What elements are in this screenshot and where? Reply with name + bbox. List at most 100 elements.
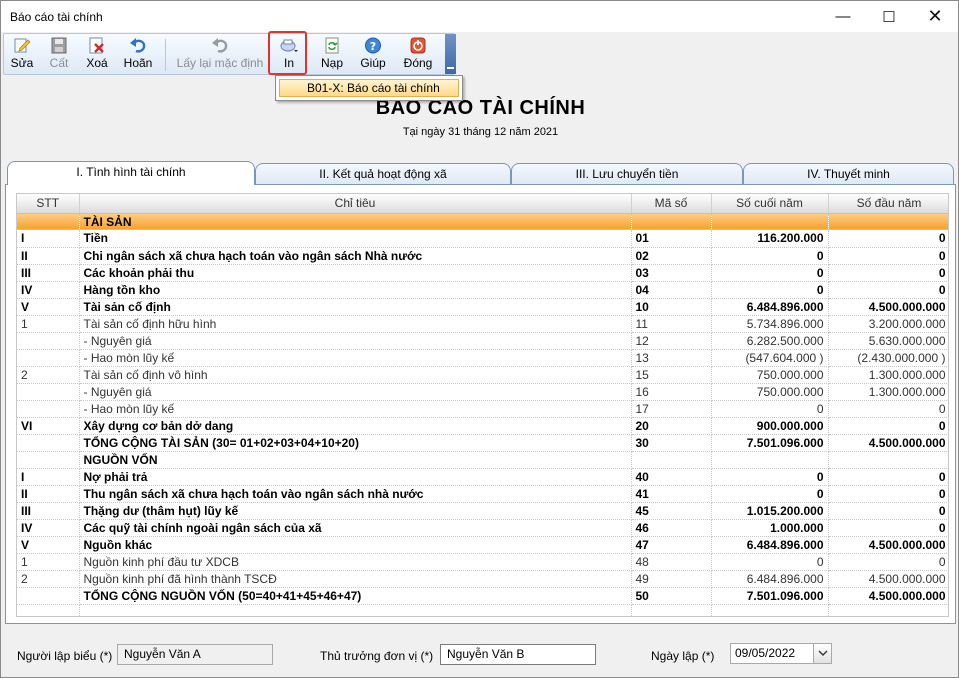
table-row[interactable]: NGUỒN VỐN xyxy=(17,451,948,469)
beginning-of-year-cell: 0 xyxy=(828,400,948,418)
end-of-year-cell: 116.200.000 xyxy=(711,230,829,248)
code-cell xyxy=(631,213,712,230)
indicator-cell: Thặng dư (thâm hụt) lũy kế xyxy=(79,502,632,520)
load-button[interactable]: Nạp xyxy=(316,36,348,74)
delete-button[interactable]: Xoá xyxy=(81,36,113,74)
preparer-field[interactable]: Nguyễn Văn A xyxy=(117,644,273,665)
edit-button[interactable]: Sửa xyxy=(7,36,37,74)
beginning-of-year-cell: (2.430.000.000 ) xyxy=(828,349,948,367)
code-cell: 30 xyxy=(631,434,712,452)
column-header-beginning-of-year[interactable]: Số đầu năm xyxy=(828,194,948,214)
table-row[interactable]: III Các khoản phải thu 03 0 0 xyxy=(17,264,948,282)
maximize-button[interactable]: ☐ xyxy=(866,1,912,32)
indicator-cell: Các quỹ tài chính ngoài ngân sách của xã xyxy=(79,519,632,537)
table-row[interactable]: - Nguyên giá 16 750.000.000 1.300.000.000 xyxy=(17,383,948,401)
beginning-of-year-cell: 0 xyxy=(828,230,948,248)
close-button[interactable]: Đóng xyxy=(400,36,436,74)
table-row[interactable]: VI Xây dựng cơ bản dở dang 20 900.000.000 0 xyxy=(17,417,948,435)
close-window-button[interactable]: ✕ xyxy=(912,1,958,32)
table-row[interactable]: 2 Nguồn kinh phí đã hình thành TSCĐ 49 6.48… xyxy=(17,570,948,588)
beginning-of-year-cell: 4.500.000.000 xyxy=(828,298,948,316)
table-row[interactable]: 2 Tài sản cố định vô hình 15 750.000.000 1.3… xyxy=(17,366,948,384)
end-of-year-cell: 6.484.896.000 xyxy=(711,298,829,316)
tab-cash-flow[interactable]: III. Lưu chuyển tiền xyxy=(511,163,743,185)
table-row[interactable]: - Hao mòn lũy kế 13 (547.604.000 ) (2.430.0… xyxy=(17,349,948,367)
stt-cell: I xyxy=(17,468,80,486)
end-of-year-cell xyxy=(711,451,829,469)
print-menu-item-b01x[interactable]: B01-X: Báo cáo tài chính xyxy=(279,79,459,97)
end-of-year-cell: 0 xyxy=(711,485,829,503)
save-label: Cất xyxy=(49,56,69,70)
table-group-row[interactable]: TÀI SẢN xyxy=(17,213,948,230)
column-header-end-of-year[interactable]: Số cuối năm xyxy=(711,194,829,214)
beginning-of-year-cell: 3.200.000.000 xyxy=(828,315,948,333)
report-tabs: I. Tình hình tài chính II. Kết quả hoạt … xyxy=(5,161,956,185)
toolbar-overflow-button[interactable] xyxy=(445,34,456,74)
table-row[interactable]: - Hao mòn lũy kế 17 0 0 xyxy=(17,400,948,418)
stt-cell: III xyxy=(17,502,80,520)
table-row[interactable]: I Nợ phải trả 40 0 0 xyxy=(17,468,948,486)
column-header-code[interactable]: Mã số xyxy=(631,194,712,214)
beginning-of-year-cell: 1.300.000.000 xyxy=(828,366,948,384)
report-grid[interactable]: STT Chỉ tiêu Mã số Số cuối năm Số đầu nă… xyxy=(16,193,949,617)
date-dropdown-button[interactable] xyxy=(813,644,831,663)
table-row[interactable]: TỔNG CỘNG NGUỒN VỐN (50=40+41+45+46+47) 5… xyxy=(17,587,948,605)
code-cell xyxy=(631,451,712,469)
end-of-year-cell: 0 xyxy=(711,247,829,265)
indicator-cell: Nợ phải trả xyxy=(79,468,632,486)
tab-financial-position[interactable]: I. Tình hình tài chính xyxy=(7,161,255,185)
stt-cell: 2 xyxy=(17,570,80,588)
end-of-year-cell: 1.000.000 xyxy=(711,519,829,537)
code-cell: 48 xyxy=(631,553,712,571)
save-button[interactable]: Cất xyxy=(42,36,76,74)
load-label: Nạp xyxy=(320,56,343,70)
stt-cell xyxy=(17,434,80,452)
column-header-stt[interactable]: STT xyxy=(17,194,80,214)
report-window: Báo cáo tài chính — ☐ ✕ Sửa Cất Xoá Hoãn… xyxy=(0,0,959,678)
report-table: STT Chỉ tiêu Mã số Số cuối năm Số đầu nă… xyxy=(17,194,948,616)
end-of-year-cell: 0 xyxy=(711,468,829,486)
end-of-year-cell: 6.484.896.000 xyxy=(711,570,829,588)
table-row[interactable]: 1 Tài sản cố định hữu hình 11 5.734.896.000… xyxy=(17,315,948,333)
table-row[interactable]: I Tiền 01 116.200.000 0 xyxy=(17,230,948,248)
end-of-year-cell: (547.604.000 ) xyxy=(711,349,829,367)
minimize-button[interactable]: — xyxy=(820,1,866,32)
indicator-cell: Tài sản cố định hữu hình xyxy=(79,315,632,333)
restore-default-button[interactable]: Lấy lại mặc định xyxy=(174,36,266,74)
code-cell: 15 xyxy=(631,366,712,384)
beginning-of-year-cell: 0 xyxy=(828,417,948,435)
table-row[interactable]: - Nguyên giá 12 6.282.500.000 5.630.000.000 xyxy=(17,332,948,350)
table-row[interactable]: V Nguồn khác 47 6.484.896.000 4.500.000.000 xyxy=(17,536,948,554)
table-header-row: STT Chỉ tiêu Mã số Số cuối năm Số đầu nă… xyxy=(17,194,948,214)
code-cell: 17 xyxy=(631,400,712,418)
edit-icon xyxy=(14,38,31,53)
tab-notes[interactable]: IV. Thuyết minh xyxy=(743,163,954,185)
beginning-of-year-cell: 0 xyxy=(828,281,948,299)
save-icon xyxy=(51,37,67,54)
stt-cell xyxy=(17,349,80,367)
table-row[interactable]: V Tài sản cố định 10 6.484.896.000 4.500.000… xyxy=(17,298,948,316)
column-header-indicator[interactable]: Chỉ tiêu xyxy=(79,194,632,214)
tab-panel: STT Chỉ tiêu Mã số Số cuối năm Số đầu nă… xyxy=(5,184,956,624)
indicator-cell: Nguồn kinh phí đã hình thành TSCĐ xyxy=(79,570,632,588)
indicator-cell: TÀI SẢN xyxy=(79,213,632,230)
table-row[interactable]: 1 Nguồn kinh phí đầu tư XDCB 48 0 0 xyxy=(17,553,948,571)
tab-operating-results[interactable]: II. Kết quả hoạt động xã xyxy=(255,163,511,185)
table-row[interactable]: III Thặng dư (thâm hụt) lũy kế 45 1.015.200… xyxy=(17,502,948,520)
table-row[interactable]: TỔNG CỘNG TÀI SẢN (30= 01+02+03+04+10+20… xyxy=(17,434,948,452)
table-row[interactable] xyxy=(17,604,948,616)
stt-cell xyxy=(17,332,80,350)
table-row[interactable]: II Chi ngân sách xã chưa hạch toán vào ng… xyxy=(17,247,948,265)
cancel-button[interactable]: Hoãn xyxy=(119,36,157,74)
stt-cell: 1 xyxy=(17,553,80,571)
print-button-highlight xyxy=(268,31,307,75)
end-of-year-cell: 1.015.200.000 xyxy=(711,502,829,520)
help-button[interactable]: ? Giúp xyxy=(356,36,390,74)
table-row[interactable]: IV Các quỹ tài chính ngoài ngân sách của … xyxy=(17,519,948,537)
beginning-of-year-cell: 0 xyxy=(828,485,948,503)
stt-cell: III xyxy=(17,264,80,282)
table-row[interactable]: IV Hàng tồn kho 04 0 0 xyxy=(17,281,948,299)
table-row[interactable]: II Thu ngân sách xã chưa hạch toán vào ng… xyxy=(17,485,948,503)
toolbar: Sửa Cất Xoá Hoãn Lấy lại mặc định In Nạp… xyxy=(3,33,456,75)
unit-head-field[interactable]: Nguyễn Văn B xyxy=(440,644,596,665)
